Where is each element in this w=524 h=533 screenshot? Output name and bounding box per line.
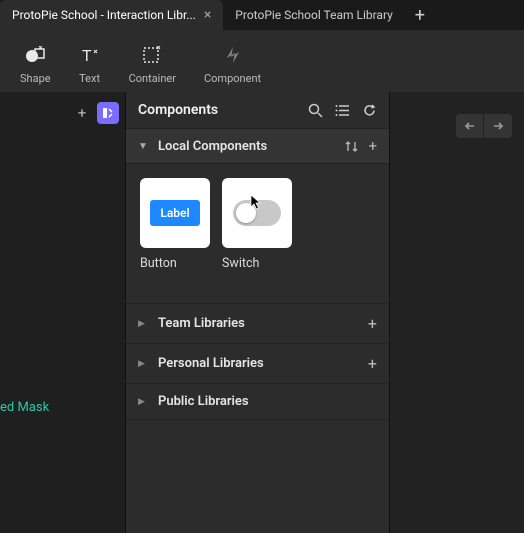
components-chip-icon xyxy=(101,106,115,120)
list-view-icon[interactable] xyxy=(335,103,350,118)
container-label: Container xyxy=(129,72,176,85)
close-icon[interactable]: × xyxy=(204,7,211,23)
search-icon[interactable] xyxy=(308,103,323,118)
button-chip: Label xyxy=(150,200,199,226)
left-gutter: + ed Mask xyxy=(0,92,125,533)
refresh-icon[interactable] xyxy=(362,103,377,118)
public-libraries-row[interactable]: ▶ Public Libraries xyxy=(126,383,389,420)
button-thumbnail: Label xyxy=(140,178,210,248)
component-icon xyxy=(222,44,244,66)
tab-active[interactable]: ProtoPie School - Interaction Libr... × xyxy=(0,0,223,30)
chevron-right-icon: ▶ xyxy=(138,397,152,407)
component-item-switch[interactable]: Switch xyxy=(222,178,292,271)
panel-header: Components xyxy=(126,92,389,128)
components-panel: Components ▼ Local Components + xyxy=(125,92,390,533)
component-tool[interactable]: Component xyxy=(204,44,261,85)
sort-icon[interactable] xyxy=(345,140,358,153)
mask-layer-label[interactable]: ed Mask xyxy=(0,400,49,415)
add-tab-button[interactable]: + xyxy=(405,0,435,30)
tab-inactive-label: ProtoPie School Team Library xyxy=(235,8,393,22)
text-tool[interactable]: T Text xyxy=(79,44,101,85)
shape-tool[interactable]: Shape xyxy=(20,44,51,85)
arrow-right-icon xyxy=(492,120,504,132)
add-team-library-button[interactable]: + xyxy=(368,314,377,333)
switch-name: Switch xyxy=(222,256,292,271)
tab-active-label: ProtoPie School - Interaction Libr... xyxy=(12,8,196,22)
public-libraries-label: Public Libraries xyxy=(158,394,249,409)
nav-arrows xyxy=(456,114,512,138)
personal-libraries-row[interactable]: ▶ Personal Libraries + xyxy=(126,343,389,383)
arrow-left-icon xyxy=(464,120,476,132)
add-personal-library-button[interactable]: + xyxy=(368,354,377,373)
local-components-label: Local Components xyxy=(158,139,267,154)
personal-libraries-label: Personal Libraries xyxy=(158,356,264,371)
switch-thumbnail xyxy=(222,178,292,248)
shape-label: Shape xyxy=(20,72,51,85)
text-icon: T xyxy=(79,44,101,66)
container-tool[interactable]: Container xyxy=(129,44,176,85)
svg-text:T: T xyxy=(82,46,92,64)
canvas-area[interactable] xyxy=(390,92,524,533)
component-label: Component xyxy=(204,72,261,85)
chevron-right-icon: ▶ xyxy=(138,319,152,329)
component-grid: Label Button Switch xyxy=(126,164,389,277)
toolbar: Shape T Text Container Component xyxy=(0,30,524,92)
add-layer-button[interactable]: + xyxy=(73,104,91,122)
component-item-button[interactable]: Label Button xyxy=(140,178,210,271)
chevron-down-icon: ▼ xyxy=(138,141,152,152)
nav-forward-button[interactable] xyxy=(484,114,512,138)
team-libraries-row[interactable]: ▶ Team Libraries + xyxy=(126,303,389,343)
tab-bar: ProtoPie School - Interaction Libr... × … xyxy=(0,0,524,30)
panel-title: Components xyxy=(138,102,218,118)
container-icon xyxy=(141,44,163,66)
shape-icon xyxy=(24,44,46,66)
cursor-icon xyxy=(250,194,262,210)
tab-inactive[interactable]: ProtoPie School Team Library xyxy=(223,0,405,30)
chevron-right-icon: ▶ xyxy=(138,359,152,369)
local-components-section[interactable]: ▼ Local Components + xyxy=(126,128,389,164)
components-toggle-button[interactable] xyxy=(97,102,119,124)
add-component-button[interactable]: + xyxy=(368,137,377,155)
text-label: Text xyxy=(79,72,100,85)
nav-back-button[interactable] xyxy=(456,114,484,138)
button-name: Button xyxy=(140,256,210,271)
team-libraries-label: Team Libraries xyxy=(158,316,245,331)
main-area: + ed Mask Components ▼ xyxy=(0,92,524,533)
